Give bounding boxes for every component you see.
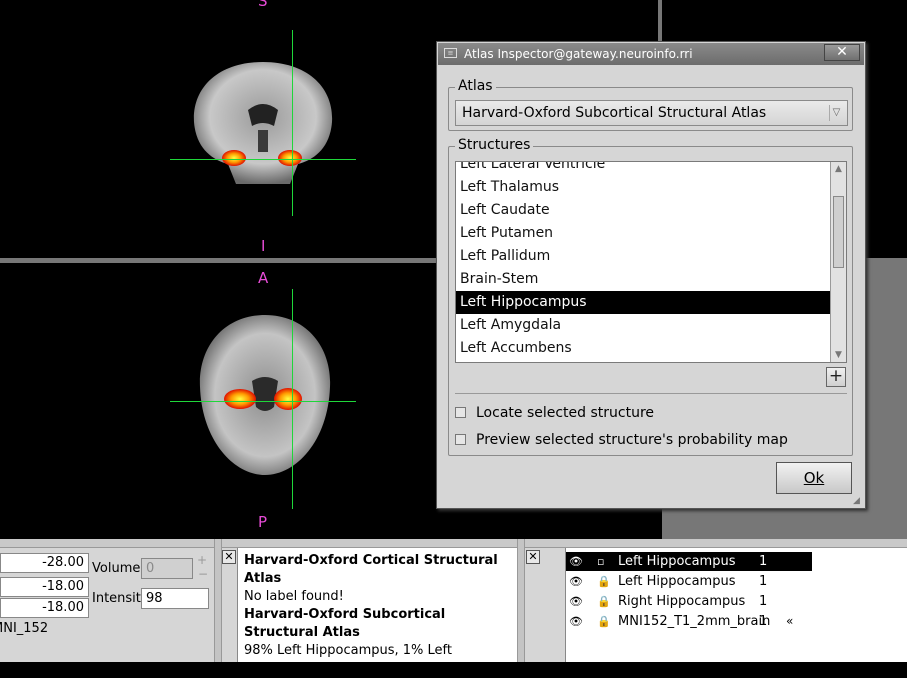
layer-row[interactable]: 👁 ▫ Left Hippocampus 1 (566, 552, 812, 571)
atlas-group: Atlas Harvard-Oxford Subcortical Structu… (448, 78, 853, 131)
add-structure-button[interactable]: + (826, 367, 846, 387)
eye-icon[interactable]: 👁 (569, 572, 583, 591)
volume-label: Volume (92, 561, 141, 576)
subcortical-atlas-result: 98% Left Hippocampus, 1% Left Cerebral W… (244, 643, 452, 676)
layer-name: Left Hippocampus (618, 554, 736, 569)
locate-structure-checkbox[interactable] (455, 406, 466, 418)
structure-list-item[interactable]: Right Cerebral White Matter (456, 360, 831, 362)
axial-bottom-label: P (258, 513, 268, 531)
coronal-crosshair-horizontal (170, 159, 356, 160)
structures-group-label: Structures (455, 137, 534, 153)
lock-icon[interactable]: 🔒 (597, 612, 611, 631)
coord-y-field[interactable]: -18.00 (0, 577, 89, 597)
layer-name: MNI152_T1_2mm_brain (618, 614, 771, 629)
structure-list-item[interactable]: Left Thalamus (456, 176, 831, 199)
layer-value: 1 (759, 574, 768, 589)
eye-icon[interactable]: 👁 (569, 552, 583, 571)
resize-grip-icon[interactable]: ◢ (853, 496, 863, 506)
eye-icon[interactable]: 👁 (569, 592, 583, 611)
layer-row[interactable]: 👁 🔒 Right Hippocampus 1 (566, 592, 812, 611)
structure-list-item[interactable]: Left Lateral Ventricle (456, 162, 831, 176)
atlas-inspector-dialog: ≡ Atlas Inspector@gateway.neuroinfo.rri … (436, 41, 866, 509)
structures-group: Structures Left Lateral Ventricle Left Th… (448, 137, 853, 456)
eye-icon[interactable]: 👁 (569, 612, 583, 631)
axial-crosshair-horizontal (170, 401, 356, 402)
locate-structure-option[interactable]: Locate selected structure (455, 405, 654, 421)
structures-separator (455, 393, 847, 394)
coord-x-field[interactable]: -28.00 (0, 553, 89, 573)
close-button[interactable]: ✕ (824, 44, 860, 61)
coord-z-field[interactable]: -18.00 (0, 598, 89, 618)
layers-close-icon[interactable]: ✕ (526, 550, 540, 564)
scroll-thumb[interactable] (833, 196, 844, 268)
atlas-group-label: Atlas (455, 78, 496, 94)
coordinate-space-label: MNI_152 (0, 621, 49, 636)
layer-list[interactable]: 👁 ▫ Left Hippocampus 1 👁 🔒 Left Hippocampus 1 👁 🔒… (565, 548, 907, 662)
dialog-title: Atlas Inspector@gateway.neuroinfo.rri (464, 47, 693, 61)
structure-list-item[interactable]: Left Hippocampus (456, 291, 831, 314)
preview-map-checkbox[interactable] (455, 433, 466, 445)
layer-value: 1 (759, 614, 768, 629)
axial-brain-image (199, 315, 331, 475)
structure-list-item[interactable]: Left Pallidum (456, 245, 831, 268)
dialog-titlebar[interactable]: ≡ Atlas Inspector@gateway.neuroinfo.rri … (438, 43, 864, 65)
layer-name: Right Hippocampus (618, 594, 746, 609)
locate-structure-label: Locate selected structure (476, 405, 655, 421)
chevron-down-icon[interactable]: ▽ (829, 105, 843, 121)
bottom-panel: -28.00 -18.00 -18.00 MNI_152 Volume 0 + … (0, 539, 907, 676)
layer-name: Left Hippocampus (618, 574, 736, 589)
volume-field[interactable]: 0 (141, 558, 193, 579)
scroll-down-icon[interactable]: ▼ (833, 350, 844, 360)
layer-value: 1 (759, 594, 768, 609)
lock-icon[interactable]: 🔒 (597, 592, 611, 611)
coronal-top-label: S (258, 0, 268, 10)
axial-crosshair-vertical (292, 289, 293, 509)
coronal-crosshair-vertical (292, 30, 293, 216)
structure-list-item[interactable]: Left Amygdala (456, 314, 831, 337)
layer-row[interactable]: 👁 🔒 Left Hippocampus 1 (566, 572, 812, 591)
volume-increment-icon[interactable]: + (197, 553, 207, 567)
info-close-icon[interactable]: ✕ (222, 550, 236, 564)
structures-scrollbar[interactable]: ▲ ▼ (830, 162, 846, 362)
atlas-select-value: Harvard-Oxford Subcortical Structural At… (462, 105, 767, 121)
structure-list-item[interactable]: Left Caudate (456, 199, 831, 222)
layer-marker-icon: « (786, 614, 794, 628)
panel-divider-left[interactable] (214, 539, 222, 662)
structure-list-item[interactable]: Left Putamen (456, 222, 831, 245)
axial-top-label: A (258, 269, 269, 287)
preview-map-label: Preview selected structure's probability… (476, 432, 788, 448)
scroll-up-icon[interactable]: ▲ (833, 164, 844, 174)
lock-icon[interactable]: ▫ (597, 552, 604, 571)
preview-map-option[interactable]: Preview selected structure's probability… (455, 432, 788, 448)
intensity-field[interactable]: 98 (141, 588, 209, 609)
cortical-atlas-title: Harvard-Oxford Cortical Structural Atlas (244, 553, 498, 586)
structures-list[interactable]: Left Lateral Ventricle Left Thalamus Left … (455, 161, 847, 363)
bottom-top-strip (0, 539, 907, 548)
layer-row[interactable]: 👁 🔒 MNI152_T1_2mm_brain 1 « (566, 612, 812, 631)
structure-list-item[interactable]: Left Accumbens (456, 337, 831, 360)
window-menu-icon[interactable]: ≡ (444, 48, 457, 58)
atlas-info-panel: Harvard-Oxford Cortical Structural Atlas… (237, 548, 517, 676)
subcortical-atlas-title: Harvard-Oxford Subcortical Structural At… (244, 607, 446, 640)
coronal-brain-image (193, 62, 333, 184)
coronal-bottom-label: I (261, 237, 266, 255)
structure-list-item[interactable]: Brain-Stem (456, 268, 831, 291)
panel-divider-right[interactable] (517, 539, 525, 662)
cortical-atlas-result: No label found! (244, 589, 344, 604)
volume-decrement-icon[interactable]: − (198, 567, 208, 581)
lock-icon[interactable]: 🔒 (597, 572, 611, 591)
ok-button[interactable]: Ok (776, 462, 852, 494)
layer-value: 1 (759, 554, 768, 569)
atlas-select[interactable]: Harvard-Oxford Subcortical Structural At… (455, 100, 848, 126)
